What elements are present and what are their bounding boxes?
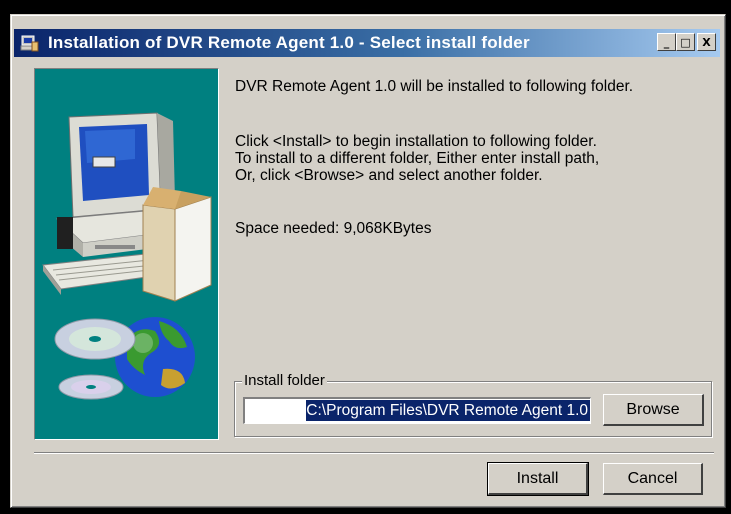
minimize-icon: _: [663, 35, 670, 49]
title-bar[interactable]: Installation of DVR Remote Agent 1.0 - S…: [14, 29, 720, 57]
window-title: Installation of DVR Remote Agent 1.0 - S…: [48, 33, 530, 52]
install-path-input[interactable]: C:\Program Files\DVR Remote Agent 1.0: [243, 397, 591, 424]
close-icon: X: [702, 35, 711, 49]
cancel-button[interactable]: Cancel: [603, 463, 703, 495]
instruction-line-3: Or, click <Browse> and select another fo…: [235, 167, 543, 184]
install-folder-label: Install folder: [242, 372, 327, 389]
instruction-line-1: Click <Install> to begin installation to…: [235, 133, 597, 150]
maximize-icon: □: [680, 35, 691, 49]
destination-message: DVR Remote Agent 1.0 will be installed t…: [235, 78, 634, 95]
browse-button[interactable]: Browse: [603, 394, 704, 426]
install-button[interactable]: Install: [487, 462, 589, 496]
maximize-button[interactable]: □: [676, 33, 695, 51]
close-button[interactable]: X: [697, 33, 716, 51]
install-path-value: C:\Program Files\DVR Remote Agent 1.0: [306, 400, 590, 421]
space-needed-text: Space needed: 9,068KBytes: [235, 220, 432, 237]
illustration-panel: [34, 68, 219, 440]
instruction-line-2: To install to a different folder, Either…: [235, 150, 600, 167]
installer-icon: [20, 33, 40, 53]
minimize-button[interactable]: _: [657, 33, 676, 51]
button-separator: [34, 452, 714, 454]
computer-and-globe-illustration: [42, 112, 212, 400]
